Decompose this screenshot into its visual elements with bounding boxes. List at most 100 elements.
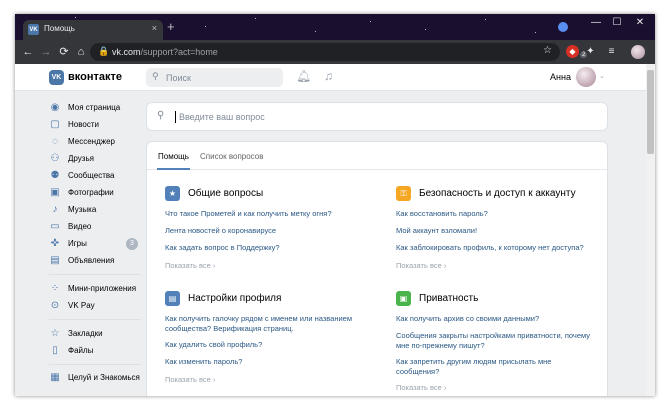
- browser-profile-avatar[interactable]: [631, 45, 645, 59]
- tab-support[interactable]: VK Помощь ×: [23, 20, 163, 40]
- sidebar-item-photos[interactable]: ▣ Фотографии: [49, 185, 149, 202]
- sidebar-item-friends[interactable]: ⚇ Друзья: [49, 151, 149, 168]
- sidebar-item-label: Мини-приложения: [68, 284, 137, 293]
- sidebar-item-label: Фотографии: [68, 188, 114, 197]
- section-title[interactable]: Настройки профиля: [188, 293, 281, 304]
- tab-question-list[interactable]: Список вопросов: [200, 152, 263, 161]
- groups-icon: ⚉: [50, 170, 60, 181]
- sidebar-item-label: Друзья: [68, 154, 94, 163]
- files-icon: ▯: [52, 345, 58, 356]
- sidebar-item-bookmarks[interactable]: ☆ Закладки: [49, 326, 149, 343]
- sidebar-divider: [49, 364, 141, 365]
- sidebar-item-groups[interactable]: ⚉ Сообщества: [49, 168, 149, 185]
- close-window-button[interactable]: ✕: [634, 17, 646, 29]
- section-title[interactable]: Приватность: [419, 293, 478, 304]
- vk-favicon-icon: VK: [28, 24, 39, 35]
- profile-card-icon: ▤: [165, 291, 180, 306]
- vkpay-icon: ⊙: [50, 300, 60, 311]
- extension-shield-icon[interactable]: ◆: [566, 45, 579, 58]
- sidebar-item-label: Объявления: [68, 256, 115, 265]
- sidebar-item-ads[interactable]: ▤ Объявления: [49, 253, 149, 270]
- sidebar-item-label: VK Pay: [68, 301, 95, 310]
- chevron-down-icon[interactable]: ⌄: [599, 72, 605, 80]
- home-button[interactable]: ⌂: [74, 44, 88, 60]
- photo-icon: ▣: [50, 187, 60, 198]
- sidebar-item-label: Мессенджер: [68, 137, 115, 146]
- sidebar-item-my-page[interactable]: ◉ Моя страница: [49, 100, 149, 117]
- star-icon: ★: [165, 186, 180, 201]
- forward-button[interactable]: →: [39, 44, 53, 60]
- key-icon: ⚿: [396, 186, 411, 201]
- sidebar-item-label: Закладки: [68, 329, 103, 338]
- section-title[interactable]: Общие вопросы: [188, 188, 263, 199]
- vk-search-input[interactable]: ⚲ Поиск: [146, 68, 283, 87]
- section-title[interactable]: Безопасность и доступ к аккаунту: [419, 188, 576, 199]
- maximize-button[interactable]: ☐: [611, 17, 623, 29]
- user-avatar[interactable]: [576, 67, 596, 87]
- help-tabs: Помощь Список вопросов: [147, 142, 607, 170]
- search-placeholder: Поиск: [166, 73, 191, 83]
- tab-title: Помощь: [44, 24, 75, 33]
- games-icon: ✜: [50, 238, 60, 249]
- media-queue-icon[interactable]: ≡: [605, 45, 618, 58]
- question-search-input[interactable]: ⚲ Введите ваш вопрос: [146, 102, 608, 131]
- extensions-puzzle-icon[interactable]: ✦: [584, 45, 597, 58]
- scrollbar-thumb[interactable]: [647, 70, 654, 154]
- address-bar[interactable]: 🔒 vk.com/support?act=home ☆: [90, 43, 560, 61]
- faq-link[interactable]: Как удалить свой профиль?: [165, 340, 262, 350]
- vk-logo-text[interactable]: вконтакте: [68, 71, 122, 83]
- faq-link[interactable]: Как получить архив со своими данными?: [396, 314, 539, 324]
- sidebar-item-music[interactable]: ♪ Музыка: [49, 202, 149, 219]
- show-all-link[interactable]: Показать все ›: [396, 383, 446, 392]
- bell-icon[interactable]: 🔔︎: [296, 69, 311, 83]
- browser-toolbar: ← → ⟳ ⌂ 🔒 vk.com/support?act=home ☆ ◆ 2 …: [15, 40, 655, 64]
- new-tab-button[interactable]: +: [167, 19, 175, 34]
- faq-link[interactable]: Как изменить пароль?: [165, 357, 242, 367]
- show-all-link[interactable]: Показать все ›: [165, 261, 215, 270]
- faq-link[interactable]: Как получить галочку рядом с именем или …: [165, 314, 370, 334]
- bookmark-star-icon[interactable]: ☆: [543, 45, 552, 56]
- sidebar-item-mini-apps[interactable]: ⁘ Мини-приложения: [49, 281, 149, 298]
- ads-icon: ▤: [50, 255, 60, 266]
- app-icon: ▦: [50, 372, 60, 383]
- show-all-link[interactable]: Показать все ›: [396, 261, 446, 270]
- sidebar-item-label: Видео: [68, 222, 92, 231]
- show-all-link[interactable]: Показать все ›: [165, 375, 215, 384]
- reload-button[interactable]: ⟳: [57, 44, 71, 60]
- tab-help[interactable]: Помощь: [158, 152, 189, 161]
- sidebar-item-messenger[interactable]: ◌ Мессенджер: [49, 134, 149, 151]
- browser-profile-indicator-icon[interactable]: [558, 22, 568, 32]
- faq-link[interactable]: Лента новостей о коронавирусе: [165, 226, 276, 236]
- music-icon: ♪: [52, 204, 58, 215]
- sidebar-item-label: Музыка: [68, 205, 97, 214]
- back-button[interactable]: ←: [21, 44, 35, 60]
- faq-link[interactable]: Как заблокировать профиль, к которому не…: [396, 243, 584, 253]
- music-note-icon[interactable]: ♫: [324, 69, 333, 83]
- sidebar-item-app[interactable]: ▦ Целуй и Знакомься: [49, 370, 149, 387]
- sidebar-item-video[interactable]: ▭ Видео: [49, 219, 149, 236]
- faq-link[interactable]: Сообщения закрыты настройками приватност…: [396, 331, 601, 351]
- lock-icon: 🔒: [98, 46, 110, 56]
- games-badge: 3: [126, 238, 138, 250]
- faq-link[interactable]: Как восстановить пароль?: [396, 209, 488, 219]
- faq-link[interactable]: Как задать вопрос в Поддержку?: [165, 243, 280, 253]
- page-viewport: VK вконтакте ⚲ Поиск 🔔︎ ♫ Анна ⌄ ◉ Моя с…: [15, 64, 655, 396]
- vk-logo-icon[interactable]: VK: [49, 70, 64, 85]
- tab-close-icon[interactable]: ×: [152, 23, 157, 33]
- apps-icon: ⁘: [50, 283, 60, 294]
- faq-link[interactable]: Мой аккаунт взломали!: [396, 226, 477, 236]
- lock-icon: ▣: [396, 291, 411, 306]
- friends-icon: ⚇: [50, 153, 60, 164]
- faq-link[interactable]: Как запретить другим людям присылать мне…: [396, 357, 586, 377]
- sidebar-item-vk-pay[interactable]: ⊙ VK Pay: [49, 298, 149, 315]
- sidebar-item-games[interactable]: ✜ Игры 3: [49, 236, 149, 253]
- sidebar-item-files[interactable]: ▯ Файлы: [49, 343, 149, 360]
- sidebar-item-label: Моя страница: [68, 103, 121, 112]
- search-icon: ⚲: [157, 110, 165, 121]
- page-scrollbar[interactable]: [646, 64, 655, 396]
- user-name[interactable]: Анна: [550, 72, 571, 82]
- minimize-button[interactable]: —: [590, 17, 602, 29]
- sidebar-item-news[interactable]: ▢ Новости: [49, 117, 149, 134]
- faq-link[interactable]: Что такое Прометей и как получить метку …: [165, 209, 332, 219]
- news-icon: ▢: [50, 119, 60, 130]
